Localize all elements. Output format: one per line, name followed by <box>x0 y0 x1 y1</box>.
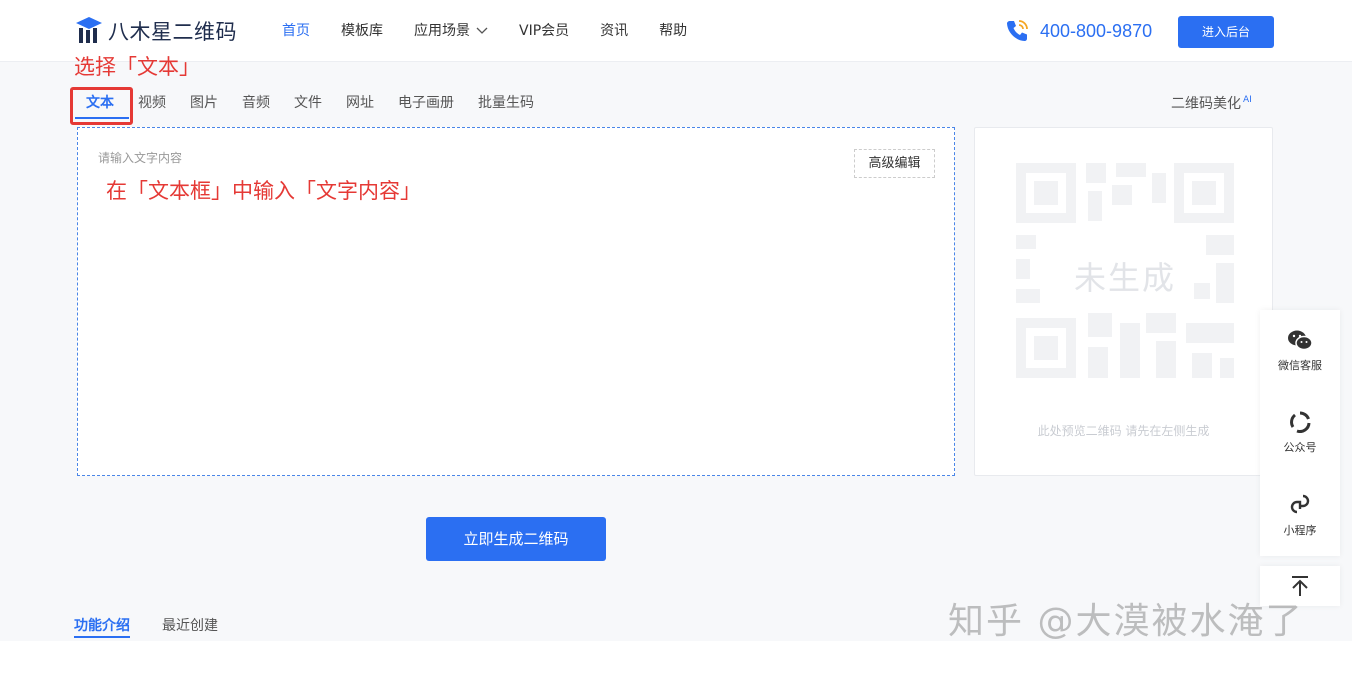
wechat-service-label: 微信客服 <box>1278 359 1322 372</box>
tab-ebook[interactable]: 电子画册 <box>398 92 454 114</box>
logo[interactable]: 八木星二维码 <box>74 16 237 46</box>
preview-hint: 此处预览二维码 请先在左侧生成 <box>1037 424 1210 438</box>
bottom-tabs: 功能介绍 最近创建 <box>74 616 250 638</box>
nav-home-label: 首页 <box>282 23 310 39</box>
annotation-enter-text: 在「文本框」中输入「文字内容」 <box>106 179 421 203</box>
bottom-section <box>0 641 1352 674</box>
annotation-choose-text: 选择「文本」 <box>74 55 200 79</box>
tab-url[interactable]: 网址 <box>346 92 374 114</box>
qr-beautify-label: 二维码美化 <box>1171 96 1241 112</box>
mini-program-icon <box>1290 494 1310 514</box>
logo-text: 八木星二维码 <box>108 20 237 44</box>
tab-features[interactable]: 功能介绍 <box>74 616 130 638</box>
phone-contact: 400-800-9870 <box>1004 18 1152 44</box>
content-type-tabs: 文本 视频 图片 音频 文件 网址 电子画册 批量生码 <box>86 92 558 114</box>
tab-recent-label: 最近创建 <box>162 618 218 634</box>
tab-recent[interactable]: 最近创建 <box>162 616 218 638</box>
official-account-label: 公众号 <box>1283 441 1317 454</box>
advanced-edit-button[interactable]: 高级编辑 <box>854 149 935 178</box>
ai-badge: AI <box>1243 95 1252 106</box>
nav-scenarios-label: 应用场景 <box>414 23 470 39</box>
phone-icon <box>1007 20 1028 41</box>
watermark: 知乎 @大漠被水淹了 <box>948 601 1304 642</box>
annotation-highlight-box <box>70 87 133 125</box>
tab-image[interactable]: 图片 <box>190 92 218 114</box>
main-nav: 首页 模板库 应用场景 VIP会员 资讯 帮助 <box>282 20 718 42</box>
nav-news-label: 资讯 <box>600 23 629 39</box>
nav-help-label: 帮助 <box>659 23 688 39</box>
nav-templates[interactable]: 模板库 <box>341 20 383 42</box>
qr-preview-panel: 未生成 此处预览二维码 请先在左侧生成 <box>974 127 1273 476</box>
nav-vip[interactable]: VIP会员 <box>519 20 569 42</box>
nav-scenarios[interactable]: 应用场景 <box>414 20 488 42</box>
generate-qr-button[interactable]: 立即生成二维码 <box>426 517 606 561</box>
qr-beautify-link[interactable]: 二维码美化 AI <box>1171 93 1252 113</box>
logo-mark-icon <box>74 17 104 45</box>
wechat-icon <box>1288 330 1313 351</box>
enter-dashboard-button[interactable]: 进入后台 <box>1178 16 1274 48</box>
wechat-service-button[interactable]: 微信客服 <box>1260 310 1340 392</box>
tab-video[interactable]: 视频 <box>138 92 166 114</box>
official-account-icon <box>1290 411 1311 433</box>
nav-templates-label: 模板库 <box>341 23 383 39</box>
official-account-button[interactable]: 公众号 <box>1260 392 1340 474</box>
qr-placeholder-icon: 未生成 <box>1016 163 1234 378</box>
nav-vip-label: VIP会员 <box>519 23 570 39</box>
top-header: 八木星二维码 首页 模板库 应用场景 VIP会员 资讯 帮助 400-800-9… <box>0 0 1352 62</box>
nav-help[interactable]: 帮助 <box>659 20 687 42</box>
nav-home[interactable]: 首页 <box>282 20 310 42</box>
tab-file[interactable]: 文件 <box>294 92 322 114</box>
qr-status-label: 未生成 <box>1073 259 1176 297</box>
tab-audio[interactable]: 音频 <box>242 92 270 114</box>
chevron-down-icon <box>476 27 488 34</box>
text-input-area[interactable]: 请输入文字内容 高级编辑 在「文本框」中输入「文字内容」 <box>77 127 955 476</box>
floating-service-bar: 微信客服 公众号 小程序 <box>1260 310 1340 556</box>
tab-batch[interactable]: 批量生码 <box>478 92 534 114</box>
mini-program-label: 小程序 <box>1283 524 1317 537</box>
text-placeholder: 请输入文字内容 <box>98 151 183 165</box>
tab-features-label: 功能介绍 <box>74 618 130 634</box>
nav-news[interactable]: 资讯 <box>600 20 628 42</box>
phone-number: 400-800-9870 <box>1040 20 1153 41</box>
mini-program-button[interactable]: 小程序 <box>1260 474 1340 556</box>
